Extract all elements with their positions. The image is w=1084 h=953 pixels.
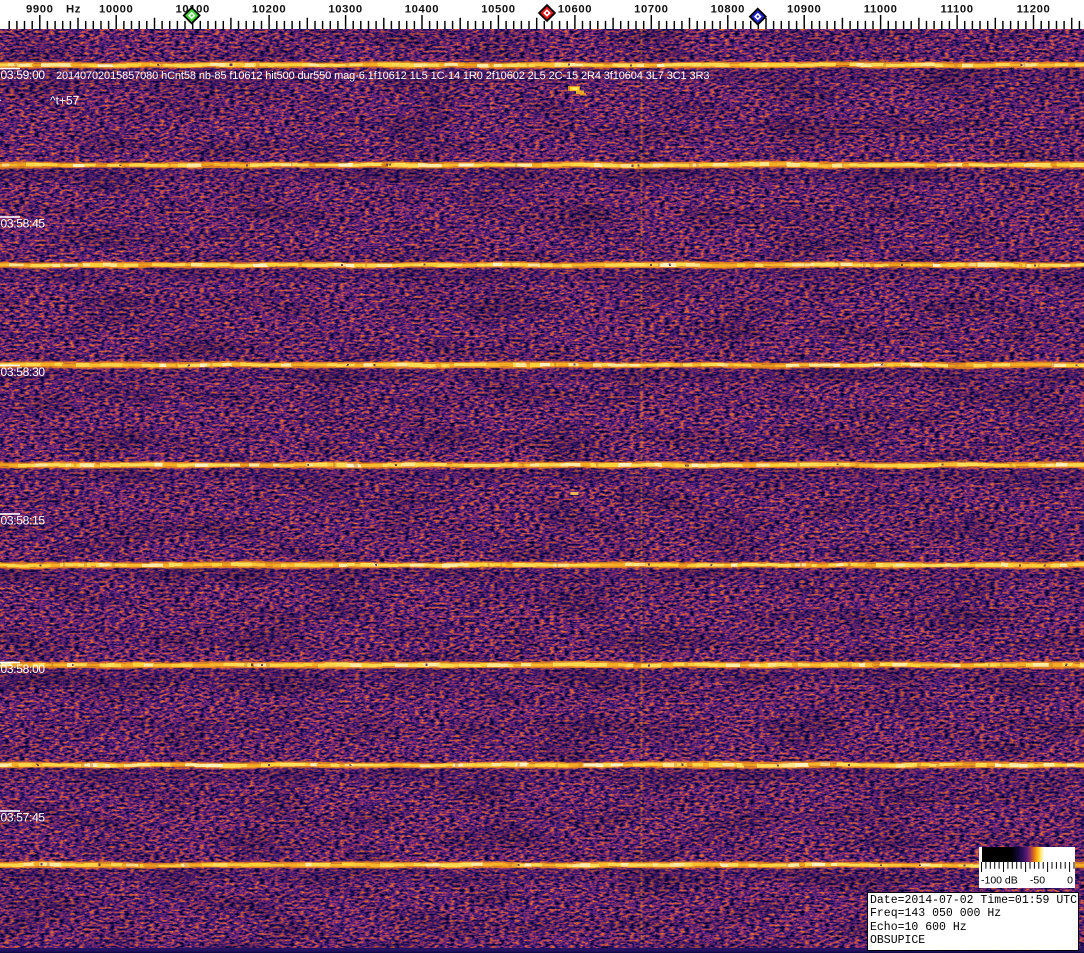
svg-text:10700: 10700 bbox=[634, 4, 668, 16]
svg-text:-100 dB: -100 dB bbox=[981, 875, 1018, 887]
svg-text:03:58:45: 03:58:45 bbox=[1, 216, 46, 230]
svg-text:10300: 10300 bbox=[328, 4, 362, 16]
svg-text:03:59:00: 03:59:00 bbox=[1, 68, 46, 82]
svg-text:11000: 11000 bbox=[864, 4, 898, 16]
svg-text:10000: 10000 bbox=[99, 4, 133, 16]
svg-text:-50: -50 bbox=[1030, 875, 1045, 887]
svg-text:20140702015857080 hCnt58 nb-85: 20140702015857080 hCnt58 nb-85 f10612 hi… bbox=[56, 70, 709, 82]
svg-text:^t+57: ^t+57 bbox=[50, 94, 80, 108]
svg-text:11100: 11100 bbox=[941, 4, 974, 16]
svg-text:0: 0 bbox=[1067, 875, 1073, 887]
svg-text:10200: 10200 bbox=[252, 4, 286, 16]
svg-text:03:57:45: 03:57:45 bbox=[1, 810, 46, 824]
svg-text:10900: 10900 bbox=[787, 4, 821, 16]
svg-text:10600: 10600 bbox=[558, 4, 592, 16]
svg-text:Hz: Hz bbox=[66, 4, 81, 16]
svg-text:03:58:30: 03:58:30 bbox=[1, 365, 46, 379]
svg-text:9900: 9900 bbox=[26, 4, 54, 16]
svg-text:03:58:00: 03:58:00 bbox=[1, 662, 46, 676]
svg-text:10800: 10800 bbox=[711, 4, 745, 16]
svg-text:03:58:15: 03:58:15 bbox=[1, 513, 46, 527]
svg-text:10500: 10500 bbox=[481, 4, 515, 16]
svg-text:11200: 11200 bbox=[1017, 4, 1051, 16]
svg-text:10400: 10400 bbox=[405, 4, 439, 16]
